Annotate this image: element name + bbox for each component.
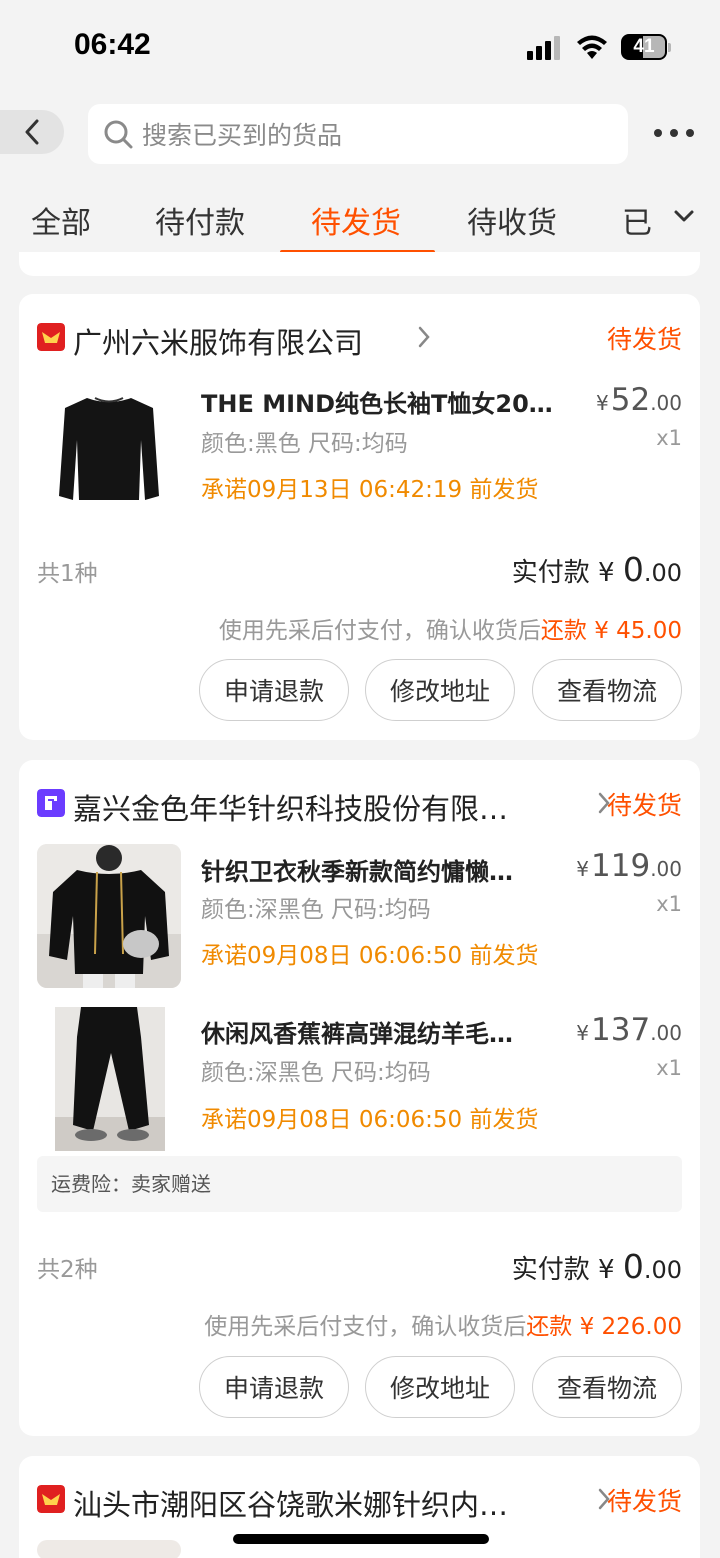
shipping-promise: 承诺09月08日 06:06:50 前发货 [201, 1107, 539, 1133]
store-name: 嘉兴金色年华针织科技股份有限… [73, 792, 509, 826]
tab-pending-receipt[interactable]: 待收货 [467, 198, 557, 242]
chevron-right-icon [418, 326, 430, 348]
back-button[interactable] [0, 110, 64, 154]
status-time: 06:42 [74, 28, 151, 61]
search-placeholder: 搜索已买到的货品 [142, 121, 343, 150]
product-title[interactable]: 休闲风香蕉裤高弹混纺羊毛… [201, 1014, 547, 1049]
tab-all[interactable]: 全部 [31, 198, 91, 242]
store-header[interactable]: 广州六米服饰有限公司 待发货 [37, 320, 682, 360]
product-quantity: x1 [656, 426, 682, 450]
previous-card-bottom [19, 252, 700, 276]
wifi-icon [577, 35, 607, 59]
product-title[interactable]: THE MIND纯色长袖T恤女202… [201, 384, 567, 419]
product-spec: 颜色:深黑色 尺码:均码 [201, 1060, 431, 1086]
shipping-promise: 承诺09月13日 06:42:19 前发货 [201, 477, 539, 503]
order-status: 待发货 [606, 791, 682, 820]
product-image[interactable] [37, 1007, 181, 1151]
request-refund-button[interactable]: 申请退款 [199, 659, 349, 721]
order-status: 待发货 [606, 325, 682, 354]
cellular-signal-icon [527, 36, 563, 60]
item-count: 共1种 [37, 561, 98, 587]
product-price: ¥119.00 [576, 848, 682, 884]
store-header[interactable]: 嘉兴金色年华针织科技股份有限… 待发货 [37, 786, 682, 826]
store-header[interactable]: 汕头市潮阳区谷饶歌米娜针织内… 待发货 [37, 1482, 682, 1522]
pay-later-note: 使用先采后付支付，确认收货后还款 ¥ 226.00 [204, 1314, 682, 1340]
chevron-down-icon[interactable] [672, 208, 696, 224]
header: 搜索已买到的货品 [0, 96, 720, 172]
store-badge-icon [37, 789, 65, 817]
view-logistics-button[interactable]: 查看物流 [532, 1356, 682, 1418]
tab-completed[interactable]: 已 [622, 198, 652, 242]
product-image[interactable] [37, 376, 181, 520]
store-name: 广州六米服饰有限公司 [73, 326, 364, 360]
product-image[interactable] [37, 1540, 181, 1558]
order-card: 嘉兴金色年华针织科技股份有限… 待发货 针织卫衣秋季新款简约慵懒… 颜色:深黑色… [19, 760, 700, 1436]
paid-amount: 实付款 ¥ 0.00 [511, 1247, 682, 1286]
product-image[interactable] [37, 844, 181, 988]
search-input[interactable]: 搜索已买到的货品 [88, 104, 628, 164]
product-price: ¥137.00 [576, 1012, 682, 1048]
product-spec: 颜色:黑色 尺码:均码 [201, 431, 408, 457]
product-quantity: x1 [656, 1056, 682, 1080]
order-tabs: 全部 待付款 待发货 待收货 已 [0, 180, 720, 258]
store-badge-icon [37, 1485, 65, 1513]
home-indicator [233, 1534, 489, 1544]
store-badge-icon [37, 323, 65, 351]
shipping-insurance: 运费险：卖家赠送 [37, 1156, 682, 1212]
view-logistics-button[interactable]: 查看物流 [532, 659, 682, 721]
order-card: 广州六米服饰有限公司 待发货 THE MIND纯色长袖T恤女202… 颜色:黑色… [19, 294, 700, 740]
more-options-icon[interactable] [654, 118, 694, 148]
change-address-button[interactable]: 修改地址 [365, 659, 515, 721]
battery-level: 41 [633, 36, 655, 57]
chevron-left-icon [25, 119, 39, 145]
item-count: 共2种 [37, 1257, 98, 1283]
search-icon [104, 120, 133, 149]
product-quantity: x1 [656, 892, 682, 916]
pay-later-note: 使用先采后付支付，确认收货后还款 ¥ 45.00 [218, 618, 682, 644]
battery-icon: 41 [621, 34, 671, 60]
tab-pending-shipment[interactable]: 待发货 [311, 198, 401, 242]
order-status: 待发货 [606, 1487, 682, 1516]
store-name: 汕头市潮阳区谷饶歌米娜针织内… [73, 1488, 509, 1522]
product-title[interactable]: 针织卫衣秋季新款简约慵懒… [201, 852, 547, 887]
tab-pending-payment[interactable]: 待付款 [155, 198, 245, 242]
change-address-button[interactable]: 修改地址 [365, 1356, 515, 1418]
product-price: ¥52.00 [596, 382, 682, 418]
paid-amount: 实付款 ¥ 0.00 [511, 550, 682, 589]
request-refund-button[interactable]: 申请退款 [199, 1356, 349, 1418]
shipping-promise: 承诺09月08日 06:06:50 前发货 [201, 943, 539, 969]
status-bar: 06:42 41 [0, 0, 720, 96]
product-spec: 颜色:深黑色 尺码:均码 [201, 897, 431, 923]
